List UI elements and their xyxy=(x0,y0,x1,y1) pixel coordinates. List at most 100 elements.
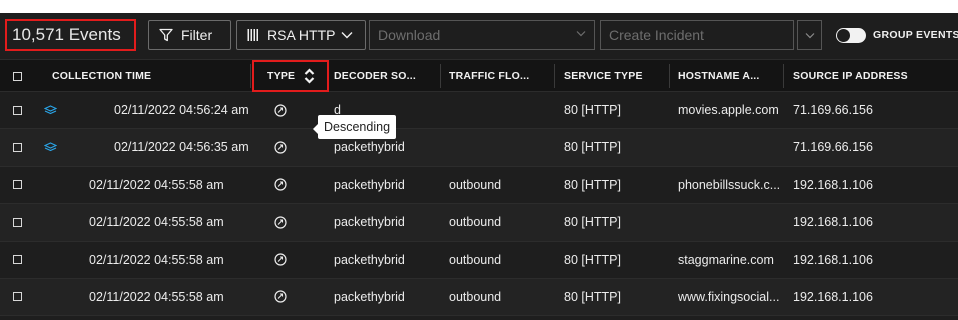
hostname-cell: www.fixingsocial... xyxy=(678,289,780,304)
source-ip-cell: 192.168.1.106 xyxy=(793,289,873,304)
network-session-icon xyxy=(274,204,287,240)
table-row[interactable]: 02/11/2022 04:56:35 am packethybrid 80 [HT… xyxy=(0,129,958,167)
chevron-down-icon xyxy=(341,32,353,39)
create-incident-dropdown-toggle[interactable] xyxy=(797,20,822,50)
source-ip-cell: 192.168.1.106 xyxy=(793,177,873,192)
download-placeholder: Download xyxy=(378,27,441,43)
events-panel: 10,571 Events Filter RSA HTTP Download C… xyxy=(0,13,958,320)
sort-tooltip: Descending xyxy=(312,115,397,139)
column-header-collection-time[interactable]: COLLECTION TIME xyxy=(52,60,151,92)
row-checkbox-cell[interactable] xyxy=(13,242,22,278)
filter-button[interactable]: Filter xyxy=(148,20,231,50)
column-resize-handle[interactable] xyxy=(250,64,251,88)
column-resize-handle[interactable] xyxy=(669,64,670,88)
column-resize-handle[interactable] xyxy=(554,64,555,88)
layers-stack-icon[interactable] xyxy=(44,92,57,128)
filter-button-label: Filter xyxy=(181,27,213,43)
toggle-knob xyxy=(837,29,850,42)
service-type-cell: 80 [HTTP] xyxy=(564,140,621,155)
decoder-source-cell: packethybrid xyxy=(334,177,405,192)
hostname-cell: staggmarine.com xyxy=(678,252,774,267)
chevron-down-icon xyxy=(805,32,814,38)
table-body: 02/11/2022 04:56:24 am d 80 [HTTP] movies.a… xyxy=(0,92,958,317)
columns-bars-icon xyxy=(247,29,258,41)
network-session-icon xyxy=(274,279,287,315)
row-checkbox[interactable] xyxy=(13,292,22,302)
collection-time-cell: 02/11/2022 04:56:24 am xyxy=(114,103,249,117)
service-type-cell: 80 [HTTP] xyxy=(564,103,621,117)
collection-time-cell: 02/11/2022 04:56:35 am xyxy=(114,140,249,155)
service-type-cell: 80 [HTTP] xyxy=(564,177,621,192)
sort-tooltip-text: Descending xyxy=(324,120,391,134)
table-row[interactable]: 02/11/2022 04:55:58 am packethybrid outbou… xyxy=(0,204,958,242)
create-incident-placeholder: Create Incident xyxy=(609,27,704,43)
source-ip-cell: 71.169.66.156 xyxy=(793,140,873,155)
network-session-icon xyxy=(274,92,287,128)
group-events-label: GROUP EVENTS xyxy=(873,29,958,41)
row-checkbox-cell[interactable] xyxy=(13,129,22,165)
hostname-cell: movies.apple.com xyxy=(678,103,779,117)
events-table: COLLECTION TIME TYPE DECODER SO... TRAFF xyxy=(0,59,958,317)
create-incident-dropdown[interactable]: Create Incident xyxy=(600,20,794,50)
table-row[interactable]: 02/11/2022 04:55:58 am packethybrid outbou… xyxy=(0,278,958,317)
select-all-checkbox-cell[interactable] xyxy=(13,60,22,92)
service-type-cell: 80 [HTTP] xyxy=(564,252,621,267)
column-profile-label: RSA HTTP xyxy=(267,27,336,43)
group-events-toggle[interactable] xyxy=(836,28,866,43)
table-row[interactable]: 02/11/2022 04:55:58 am packethybrid outbou… xyxy=(0,241,958,279)
service-type-cell: 80 [HTTP] xyxy=(564,289,621,304)
collection-time-cell: 02/11/2022 04:55:58 am xyxy=(89,289,224,304)
collection-time-cell: 02/11/2022 04:55:58 am xyxy=(89,252,224,267)
column-header-type[interactable]: TYPE xyxy=(267,60,315,92)
row-checkbox-cell[interactable] xyxy=(13,279,22,315)
column-header-label: TRAFFIC FLO... xyxy=(449,70,530,82)
column-header-hostname[interactable]: HOSTNAME A... xyxy=(678,60,760,92)
events-toolbar: 10,571 Events Filter RSA HTTP Download C… xyxy=(0,13,958,59)
row-checkbox-cell[interactable] xyxy=(13,204,22,240)
network-session-icon xyxy=(274,167,287,203)
traffic-flow-cell: outbound xyxy=(449,252,502,267)
row-checkbox-cell[interactable] xyxy=(13,167,22,203)
row-checkbox[interactable] xyxy=(13,142,22,152)
event-count-label: 10,571 Events xyxy=(12,25,121,44)
select-all-checkbox[interactable] xyxy=(13,71,22,81)
chevron-down-icon xyxy=(576,31,586,37)
row-checkbox[interactable] xyxy=(13,255,22,265)
collection-time-cell: 02/11/2022 04:55:58 am xyxy=(89,215,224,230)
hostname-cell: phonebillssuck.c... xyxy=(678,177,781,192)
layers-stack-icon[interactable] xyxy=(44,129,57,165)
decoder-source-cell: packethybrid xyxy=(334,215,405,230)
column-header-source-ip[interactable]: SOURCE IP ADDRESS xyxy=(793,60,908,92)
row-checkbox-cell[interactable] xyxy=(13,92,22,128)
sort-updown-icon[interactable] xyxy=(304,68,315,84)
app-root: 10,571 Events Filter RSA HTTP Download C… xyxy=(0,0,958,320)
traffic-flow-cell: outbound xyxy=(449,215,502,230)
column-resize-handle[interactable] xyxy=(783,64,784,88)
column-header-traffic-flow[interactable]: TRAFFIC FLO... xyxy=(449,60,529,92)
source-ip-cell: 192.168.1.106 xyxy=(793,252,873,267)
decoder-source-cell: packethybrid xyxy=(334,289,405,304)
event-count: 10,571 Events xyxy=(5,19,136,51)
table-header: COLLECTION TIME TYPE DECODER SO... TRAFF xyxy=(0,59,958,92)
table-row[interactable]: 02/11/2022 04:56:24 am d 80 [HTTP] movies.a… xyxy=(0,92,958,130)
network-session-icon xyxy=(274,242,287,278)
column-header-label: HOSTNAME A... xyxy=(678,70,760,82)
filter-funnel-icon xyxy=(159,28,173,42)
column-header-label: SERVICE TYPE xyxy=(564,70,643,82)
traffic-flow-cell: outbound xyxy=(449,289,502,304)
row-checkbox[interactable] xyxy=(13,217,22,227)
row-checkbox[interactable] xyxy=(13,105,22,115)
column-header-label: COLLECTION TIME xyxy=(52,70,152,82)
table-row[interactable]: 02/11/2022 04:55:58 am packethybrid outbou… xyxy=(0,166,958,205)
column-header-label: TYPE xyxy=(267,70,296,82)
column-header-service-type[interactable]: SERVICE TYPE xyxy=(564,60,643,92)
column-header-label: SOURCE IP ADDRESS xyxy=(793,70,908,82)
row-checkbox[interactable] xyxy=(13,180,22,190)
traffic-flow-cell: outbound xyxy=(449,177,502,192)
download-dropdown[interactable]: Download xyxy=(369,20,595,50)
column-resize-handle[interactable] xyxy=(440,64,441,88)
column-profile-dropdown[interactable]: RSA HTTP xyxy=(236,20,366,50)
column-header-decoder-source[interactable]: DECODER SO... xyxy=(334,60,416,92)
source-ip-cell: 192.168.1.106 xyxy=(793,215,873,230)
decoder-source-cell: packethybrid xyxy=(334,252,405,267)
